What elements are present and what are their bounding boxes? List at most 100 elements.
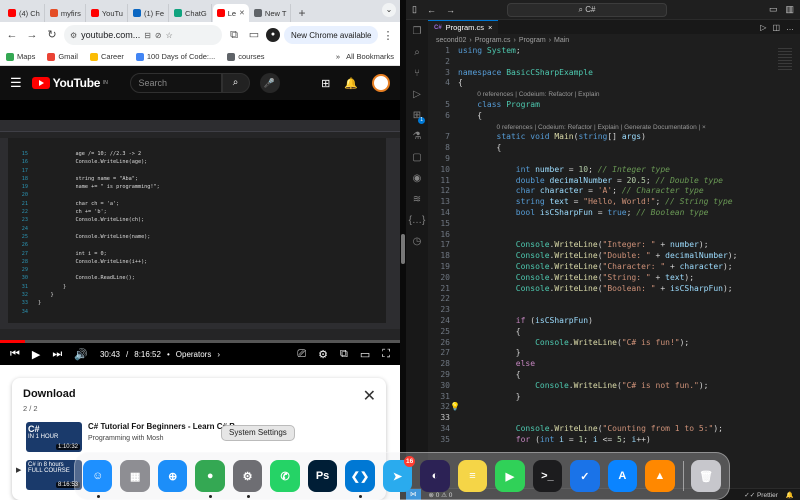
bookmark-item[interactable]: 100 Days of Code:... (135, 52, 215, 61)
tab-program-cs[interactable]: C# Program.cs × (428, 20, 499, 34)
finder-icon[interactable]: ☺ (83, 460, 113, 498)
timeline-icon[interactable]: ◷ (413, 236, 422, 247)
more-actions-icon[interactable]: … (786, 23, 794, 32)
vscode-icon[interactable]: ❮❯ (345, 460, 375, 498)
youtube-logo[interactable]: YouTube IN (31, 76, 108, 90)
trash-icon[interactable]: 🗑 (691, 460, 721, 492)
youtube-search-input[interactable]: Search (129, 73, 222, 93)
notifications-bell-icon[interactable]: 🔔 (344, 77, 358, 90)
explorer-icon[interactable]: ❐ (413, 26, 422, 37)
previous-icon[interactable]: ⏮ (10, 348, 20, 361)
youtube-avatar[interactable] (372, 74, 390, 92)
volume-icon[interactable]: 🔊 (74, 348, 88, 361)
bookmark-item[interactable]: Career (89, 52, 124, 61)
browser-tab[interactable]: Le ✕ (212, 4, 249, 22)
search-icon[interactable]: ⌕ (414, 47, 420, 58)
browser-tab[interactable]: (1) Fe (129, 4, 169, 22)
breadcrumb-item[interactable]: Program (519, 37, 546, 44)
run-icon[interactable]: ▷ (760, 23, 766, 32)
youtube-search-button[interactable]: ⌕ (221, 73, 250, 93)
split-editor-icon[interactable]: ◫ (772, 23, 780, 32)
photoshop-icon[interactable]: Ps (307, 460, 338, 492)
run-debug-icon[interactable]: ▷ (413, 89, 421, 100)
vlc-icon[interactable]: ▲ (645, 460, 675, 492)
whatsapp-icon[interactable]: ✆ (270, 460, 300, 492)
menu-icon[interactable]: ☰ (10, 75, 22, 91)
todo-icon[interactable]: ✓ (570, 460, 600, 492)
play-icon[interactable]: ▶ (32, 348, 40, 361)
tab-close-icon[interactable]: × (488, 23, 492, 32)
command-center-search[interactable]: ⌕ C# (506, 2, 667, 17)
all-bookmarks-button[interactable]: All Bookmarks (346, 52, 394, 61)
profile-avatar[interactable]: ● (266, 28, 280, 42)
extensions-icon[interactable]: ⊞ (413, 110, 426, 124)
chapter-arrow-icon[interactable]: › (217, 350, 220, 359)
code-editor[interactable]: 1 using System; 2 3 namespace BasicCSharpExa… (428, 46, 778, 486)
settings-gear-icon[interactable]: ⚙ (318, 348, 328, 361)
codeium-icon[interactable]: ◉ (413, 173, 422, 184)
eclipse-icon[interactable]: ◐ (420, 460, 450, 492)
breadcrumb-item[interactable]: second02 (436, 37, 466, 44)
breadcrumb-item[interactable]: Program.cs (475, 37, 511, 44)
split-view-handle[interactable] (401, 234, 405, 264)
browser-tab[interactable]: New T (250, 4, 292, 22)
toggle-sidebar-icon[interactable]: ▯ (412, 4, 417, 15)
chrome-menu-icon[interactable]: ⋮ (382, 29, 393, 42)
safari-icon[interactable]: ⊕ (157, 460, 188, 492)
browser-tab[interactable]: myfirs (46, 4, 86, 22)
lightbulb-icon[interactable]: 💡 (450, 402, 460, 413)
chrome-icon[interactable]: ● (195, 460, 225, 498)
browser-tab[interactable]: YouTu (87, 4, 128, 22)
forward-icon[interactable]: → (24, 27, 40, 43)
reload-icon[interactable]: ↻ (44, 27, 60, 43)
system-settings-icon[interactable]: ⚙ (232, 460, 263, 498)
fullscreen-icon[interactable]: ⛶ (382, 348, 390, 361)
close-icon[interactable]: ✕ (363, 386, 376, 406)
video-player[interactable]: 15 age /= 10; //2.3 -> 2 16 Console.Write… (0, 100, 400, 365)
miniplayer-icon[interactable]: ⧉ (340, 348, 348, 361)
testing-icon[interactable]: ⚗ (413, 131, 422, 142)
nav-back-icon[interactable]: ← (427, 5, 436, 15)
create-icon[interactable]: ⊞ (321, 77, 330, 90)
notes-icon[interactable]: ≡ (457, 460, 488, 492)
install-icon[interactable]: ⊟ (144, 31, 151, 40)
json-icon[interactable]: {…} (409, 215, 426, 226)
address-bar[interactable]: ⚙ youtube.com... ⊟ ⊘ ☆ (64, 25, 222, 45)
subtitles-icon[interactable]: ⎚ (297, 348, 306, 361)
remote-explorer-icon[interactable]: ▢ (412, 152, 421, 163)
layout-panel-icon[interactable]: ▭ (769, 4, 778, 15)
docker-icon[interactable]: ≋ (413, 194, 421, 205)
tab-search-icon[interactable]: ⌄ (382, 3, 396, 17)
tab-close-icon[interactable]: ✕ (239, 9, 245, 17)
browser-tab[interactable]: (4) Ch (4, 4, 45, 22)
bookmark-star-icon[interactable]: ☆ (166, 31, 173, 40)
site-info-icon[interactable]: ⚙ (70, 31, 77, 40)
breadcrumb-item[interactable]: Main (554, 37, 569, 44)
new-tab-button[interactable]: + (292, 4, 311, 22)
next-icon[interactable]: ⏭ (52, 348, 62, 361)
voice-search-icon[interactable]: 🎤 (259, 73, 280, 93)
share-icon[interactable]: ⊘ (155, 31, 162, 40)
extensions-icon[interactable]: ⧉ (226, 27, 242, 43)
nav-forward-icon[interactable]: → (446, 5, 455, 15)
source-control-icon[interactable]: ⑂ (414, 68, 420, 79)
sidepanel-icon[interactable]: ▭ (246, 27, 262, 43)
new-chrome-available-button[interactable]: New Chrome available (284, 26, 379, 44)
bookmark-item[interactable]: Gmail (47, 52, 78, 61)
layout-split-icon[interactable]: ▥ (785, 4, 794, 15)
bookmark-item[interactable]: courses (227, 52, 265, 61)
telegram-icon[interactable]: ➤ 16 (382, 456, 416, 492)
app-store-icon[interactable]: A (607, 460, 638, 492)
browser-tab[interactable]: ChatG (170, 4, 212, 22)
launchpad-icon[interactable]: ▦ (120, 460, 150, 492)
more-bookmarks-button[interactable]: » (336, 52, 340, 61)
chapter-title[interactable]: Operators (176, 350, 212, 359)
play-icon[interactable]: ▶ (16, 466, 21, 474)
facetime-icon[interactable]: ▶ (495, 460, 525, 492)
back-icon[interactable]: ← (4, 27, 20, 43)
bookmark-item[interactable]: Maps (6, 52, 35, 61)
minimap[interactable] (778, 46, 792, 106)
download-item[interactable]: C# IN 1 HOUR 1:10:32 C# Tutorial For Beg… (26, 422, 386, 456)
prettier-status[interactable]: ✓✓ Prettier (744, 491, 778, 499)
notifications-icon[interactable]: 🔔 (786, 491, 794, 499)
